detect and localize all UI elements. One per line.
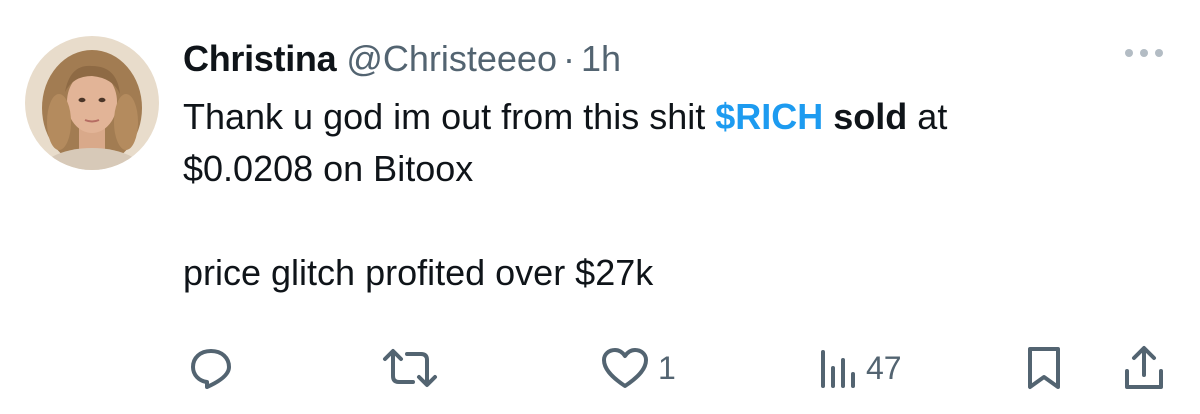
views-icon bbox=[818, 346, 858, 390]
tweet-body: Thank u god im out from this shit $RICH … bbox=[183, 91, 1163, 299]
tweet-text-suffix: at bbox=[907, 96, 948, 137]
tweet-line-3: price glitch profited over $27k bbox=[183, 252, 654, 293]
like-icon bbox=[600, 346, 650, 390]
tweet-header: Christina @Christeeeo · 1h bbox=[183, 30, 621, 88]
avatar[interactable] bbox=[25, 36, 159, 170]
views-button[interactable]: 47 bbox=[818, 343, 902, 393]
bold-word: sold bbox=[833, 96, 908, 137]
like-button[interactable]: 1 bbox=[600, 343, 676, 393]
author-name[interactable]: Christina bbox=[183, 30, 337, 88]
tweet: Christina @Christeeeo · 1h Thank u god i… bbox=[0, 0, 1200, 414]
share-icon bbox=[1122, 345, 1166, 391]
timestamp[interactable]: 1h bbox=[581, 30, 621, 88]
like-count: 1 bbox=[658, 349, 676, 386]
view-count: 47 bbox=[866, 349, 902, 386]
reply-icon bbox=[188, 346, 234, 390]
more-icon[interactable] bbox=[1122, 38, 1166, 68]
tweet-text-space bbox=[823, 96, 833, 137]
author-handle[interactable]: @Christeeeo bbox=[346, 30, 557, 88]
share-button[interactable] bbox=[1122, 343, 1166, 393]
bookmark-button[interactable] bbox=[1026, 343, 1062, 393]
reply-button[interactable] bbox=[188, 343, 234, 393]
bookmark-icon bbox=[1026, 345, 1062, 391]
action-bar: 1 47 bbox=[0, 343, 1200, 393]
retweet-icon bbox=[381, 346, 439, 390]
tweet-line-2: $0.0208 on Bitoox bbox=[183, 148, 474, 189]
cashtag-link[interactable]: $RICH bbox=[715, 96, 823, 137]
tweet-line-1: Thank u god im out from this shit $RICH … bbox=[183, 91, 1163, 143]
tweet-text: Thank u god im out from this shit bbox=[183, 96, 716, 137]
separator-dot: · bbox=[562, 38, 575, 79]
retweet-button[interactable] bbox=[381, 343, 439, 393]
